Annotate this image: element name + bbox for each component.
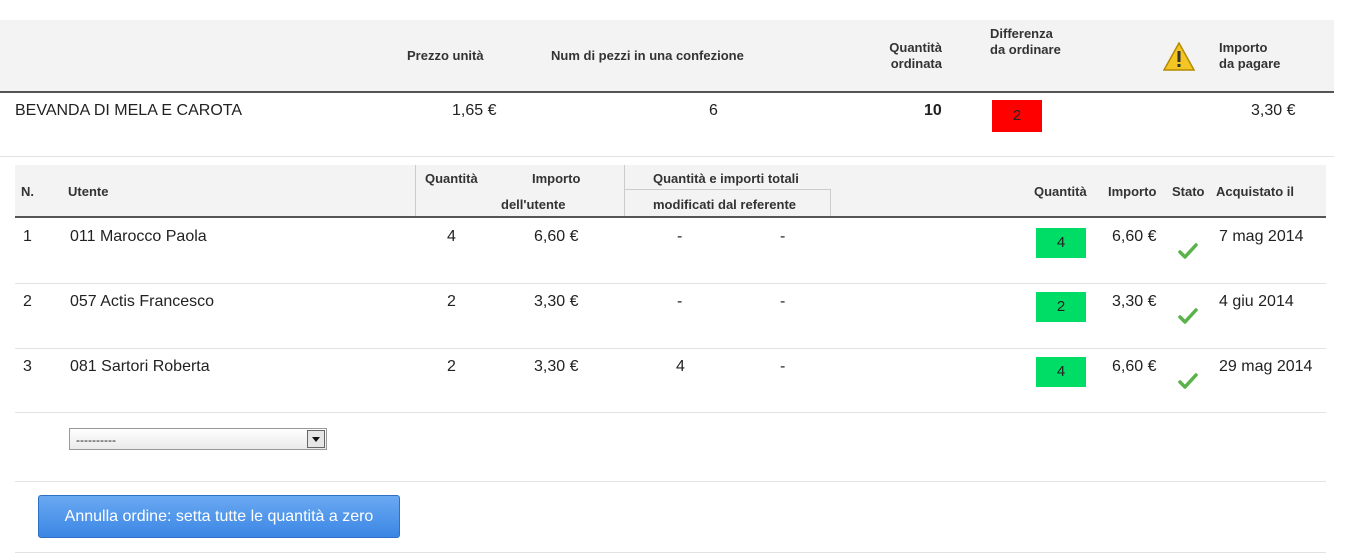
product-price: 1,65 € [452, 102, 497, 119]
row-final-qty-badge: 4 [1036, 357, 1086, 387]
header-quantita-ordinata: Quantità ordinata [880, 40, 942, 72]
row-mod-amount: - [780, 293, 786, 310]
col-divider [625, 189, 830, 190]
product-pieces: 6 [709, 102, 718, 119]
product-name: BEVANDA DI MELA E CAROTA [15, 102, 243, 119]
col-separator [830, 189, 831, 216]
header-prezzo-unita: Prezzo unità [407, 48, 484, 63]
row-date: 29 mag 2014 [1219, 358, 1313, 375]
col-importo-final: Importo [1108, 184, 1157, 199]
row-divider [15, 412, 1326, 413]
row-final-qty-badge: 4 [1036, 228, 1086, 258]
row-divider [15, 348, 1326, 349]
col-importo: Importo [532, 171, 581, 186]
col-separator [624, 165, 625, 216]
row-number: 3 [23, 358, 32, 375]
col-utente: Utente [68, 184, 109, 199]
row-divider [15, 552, 1326, 553]
row-qty: 4 [447, 228, 456, 245]
row-user: 011 Marocco Paola [70, 228, 207, 245]
row-mod-qty: - [677, 228, 683, 245]
check-icon [1178, 373, 1198, 389]
user-select-value: ---------- [76, 433, 116, 447]
users-table-header: N. Utente Quantità Importo dell'utente Q… [15, 165, 1326, 218]
product-amount: 3,30 € [1251, 102, 1296, 119]
col-quantita-final: Quantità [1034, 184, 1087, 199]
header-importo-line1: Importo [1219, 40, 1268, 55]
col-dellutente: dell'utente [501, 197, 566, 212]
col-n: N. [21, 184, 34, 199]
row-final-amount: 3,30 € [1112, 293, 1157, 310]
row-mod-qty: 4 [676, 358, 685, 375]
header-importo-line2: da pagare [1219, 56, 1281, 71]
header-num-pezzi: Num di pezzi in una confezione [551, 48, 744, 63]
col-quantita: Quantità [425, 171, 478, 186]
row-user: 081 Sartori Roberta [70, 358, 210, 375]
col-totali-line2: modificati dal referente [653, 197, 797, 212]
dropdown-arrow-icon[interactable] [307, 430, 325, 448]
check-icon [1178, 243, 1198, 259]
row-amount: 3,30 € [534, 293, 579, 310]
row-number: 2 [23, 293, 32, 310]
row-final-amount: 6,60 € [1112, 228, 1157, 245]
header-importo: Importo da pagare [1219, 40, 1280, 72]
warning-icon [1163, 42, 1195, 71]
difference-badge: 2 [992, 100, 1042, 132]
row-amount: 3,30 € [534, 358, 579, 375]
col-separator [415, 165, 416, 216]
header-differenza-line2: da ordinare [990, 42, 1061, 57]
user-select[interactable]: ---------- [69, 428, 327, 450]
row-mod-qty: - [677, 293, 683, 310]
row-amount: 6,60 € [534, 228, 579, 245]
row-number: 1 [23, 228, 32, 245]
header-quantita-line2: ordinata [890, 56, 942, 71]
order-table-header: Prezzo unità Num di pezzi in una confezi… [0, 20, 1334, 93]
row-final-amount: 6,60 € [1112, 358, 1157, 375]
row-divider [15, 481, 1326, 482]
product-row-divider [0, 156, 1334, 157]
row-date: 7 mag 2014 [1219, 228, 1304, 245]
check-icon [1178, 308, 1198, 324]
col-stato: Stato [1172, 184, 1205, 199]
row-user: 057 Actis Francesco [70, 293, 215, 310]
col-acquistato: Acquistato il [1216, 184, 1295, 199]
header-differenza: Differenza da ordinare [990, 26, 1061, 58]
header-quantita-line1: Quantità [889, 40, 942, 55]
col-totali-line1: Quantità e importi totali [653, 171, 799, 186]
row-final-qty-badge: 2 [1036, 292, 1086, 322]
row-mod-amount: - [780, 358, 786, 375]
header-differenza-line1: Differenza [990, 26, 1053, 41]
product-quantity: 10 [924, 102, 942, 119]
row-qty: 2 [447, 358, 456, 375]
row-date: 4 giu 2014 [1219, 293, 1294, 310]
cancel-order-button[interactable]: Annulla ordine: setta tutte le quantità … [38, 495, 400, 538]
row-divider [15, 283, 1326, 284]
row-mod-amount: - [780, 228, 786, 245]
row-qty: 2 [447, 293, 456, 310]
